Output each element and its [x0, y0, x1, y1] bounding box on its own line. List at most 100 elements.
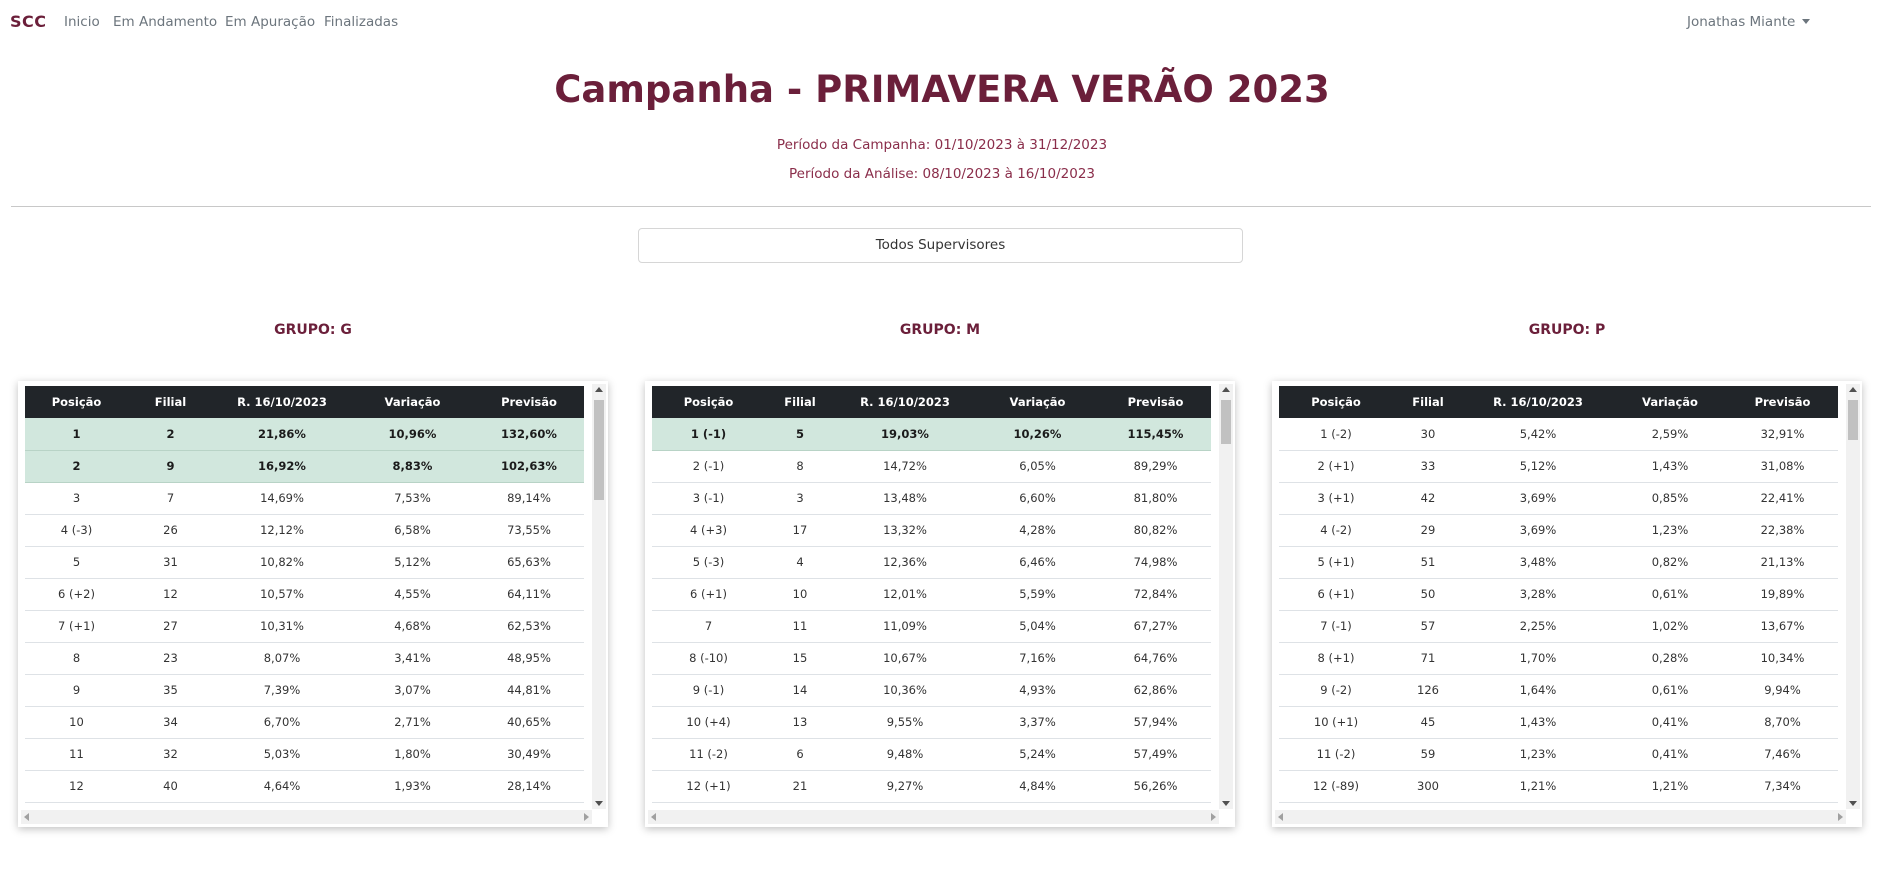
table-body: 1 2 21,86% 10,96% 132,60% 2 9 16,92% 8,83% 102,63… [25, 418, 584, 803]
cell-posicao: 9 (-1) [652, 674, 765, 707]
horizontal-scrollbar[interactable] [648, 810, 1219, 824]
vertical-scrollbar[interactable] [1846, 384, 1860, 809]
nav-link-inicio[interactable]: Inicio [64, 14, 100, 30]
user-menu[interactable]: Jonathas Miante [1687, 14, 1811, 30]
cell-previsao: 72,84% [1100, 578, 1211, 611]
cell-posicao: 8 (-10) [652, 642, 765, 675]
horizontal-scrollbar[interactable] [21, 810, 592, 824]
cell-filial: 27 [128, 610, 213, 643]
scroll-left-icon[interactable] [651, 813, 656, 821]
scrollbar-thumb[interactable] [1221, 400, 1231, 444]
table-row: 12 (-89) 300 1,21% 1,21% 7,34% [1279, 770, 1838, 803]
scroll-right-icon[interactable] [584, 813, 589, 821]
col-r-date: R. 16/10/2023 [213, 386, 351, 418]
cell-variacao: 0,41% [1613, 738, 1727, 771]
supervisor-select[interactable]: Todos Supervisores [638, 228, 1243, 263]
cell-previsao: 28,14% [474, 770, 584, 803]
vertical-scrollbar[interactable] [592, 384, 606, 809]
col-filial: Filial [128, 386, 213, 418]
cell-previsao: 102,63% [474, 450, 584, 483]
cell-r-date: 5,42% [1463, 418, 1613, 451]
col-posicao: Posição [1279, 386, 1393, 418]
cell-posicao: 6 (+1) [652, 578, 765, 611]
cell-posicao: 5 (+1) [1279, 546, 1393, 579]
horizontal-scrollbar[interactable] [1275, 810, 1846, 824]
cell-posicao: 8 (+1) [1279, 642, 1393, 675]
cell-posicao: 11 (-2) [652, 738, 765, 771]
cell-r-date: 9,27% [835, 770, 975, 803]
table-row: 3 (+1) 42 3,69% 0,85% 22,41% [1279, 482, 1838, 515]
table-row: 8 (-10) 15 10,67% 7,16% 64,76% [652, 642, 1211, 675]
scrollbar-thumb[interactable] [1848, 400, 1858, 440]
cell-previsao: 73,55% [474, 514, 584, 547]
cell-filial: 33 [1393, 450, 1463, 483]
cell-r-date: 3,28% [1463, 578, 1613, 611]
col-filial: Filial [1393, 386, 1463, 418]
cell-previsao: 57,94% [1100, 706, 1211, 739]
cell-filial: 30 [1393, 418, 1463, 451]
table-row: 7 (+1) 27 10,31% 4,68% 62,53% [25, 610, 584, 643]
table-row: 10 34 6,70% 2,71% 40,65% [25, 706, 584, 739]
cell-variacao: 6,58% [351, 514, 474, 547]
cell-variacao: 0,82% [1613, 546, 1727, 579]
cell-previsao: 81,80% [1100, 482, 1211, 515]
table-scroll-area[interactable]: Posição Filial R. 16/10/2023 Variação Pr… [652, 386, 1211, 806]
cell-r-date: 3,69% [1463, 514, 1613, 547]
cell-r-date: 1,21% [1463, 770, 1613, 803]
scroll-right-icon[interactable] [1838, 813, 1843, 821]
cell-variacao: 0,85% [1613, 482, 1727, 515]
cell-variacao: 0,61% [1613, 578, 1727, 611]
scroll-up-icon[interactable] [1849, 387, 1857, 392]
cell-posicao: 9 (-2) [1279, 674, 1393, 707]
cell-posicao: 5 [25, 546, 128, 579]
cell-posicao: 11 [25, 738, 128, 771]
table-header-row: Posição Filial R. 16/10/2023 Variação Pr… [25, 386, 584, 418]
cell-variacao: 5,04% [975, 610, 1100, 643]
scroll-up-icon[interactable] [595, 387, 603, 392]
cell-r-date: 12,12% [213, 514, 351, 547]
scroll-left-icon[interactable] [24, 813, 29, 821]
scrollbar-thumb[interactable] [594, 400, 604, 500]
scroll-right-icon[interactable] [1211, 813, 1216, 821]
scroll-up-icon[interactable] [1222, 387, 1230, 392]
cell-posicao: 7 (+1) [25, 610, 128, 643]
cell-filial: 12 [128, 578, 213, 611]
scroll-left-icon[interactable] [1278, 813, 1283, 821]
table-row: 5 31 10,82% 5,12% 65,63% [25, 546, 584, 579]
group-title-p: GRUPO: P [1528, 322, 1606, 338]
cell-r-date: 5,12% [1463, 450, 1613, 483]
cell-previsao: 115,45% [1100, 418, 1211, 451]
table-scroll-area[interactable]: Posição Filial R. 16/10/2023 Variação Pr… [25, 386, 584, 806]
nav-link-em-apuracao[interactable]: Em Apuração [225, 14, 315, 30]
cell-variacao: 4,68% [351, 610, 474, 643]
table-row: 9 35 7,39% 3,07% 44,81% [25, 674, 584, 707]
cell-previsao: 22,38% [1727, 514, 1838, 547]
cell-previsao: 57,49% [1100, 738, 1211, 771]
cell-posicao: 2 (+1) [1279, 450, 1393, 483]
cell-previsao: 80,82% [1100, 514, 1211, 547]
col-previsao: Previsão [474, 386, 584, 418]
nav-link-em-andamento[interactable]: Em Andamento [113, 14, 217, 30]
cell-variacao: 2,59% [1613, 418, 1727, 451]
cell-filial: 8 [765, 450, 835, 483]
table-scroll-area[interactable]: Posição Filial R. 16/10/2023 Variação Pr… [1279, 386, 1838, 806]
cell-variacao: 1,80% [351, 738, 474, 771]
table-row: 9 (-1) 14 10,36% 4,93% 62,86% [652, 674, 1211, 707]
cell-variacao: 3,07% [351, 674, 474, 707]
scroll-down-icon[interactable] [1222, 801, 1230, 806]
table-row: 6 (+2) 12 10,57% 4,55% 64,11% [25, 578, 584, 611]
scroll-down-icon[interactable] [595, 801, 603, 806]
cell-variacao: 8,83% [351, 450, 474, 483]
vertical-scrollbar[interactable] [1219, 384, 1233, 809]
cell-filial: 300 [1393, 770, 1463, 803]
nav-link-finalizadas[interactable]: Finalizadas [324, 14, 398, 30]
cell-filial: 5 [765, 418, 835, 451]
table-row: 10 (+1) 45 1,43% 0,41% 8,70% [1279, 706, 1838, 739]
cell-filial: 126 [1393, 674, 1463, 707]
cell-r-date: 13,32% [835, 514, 975, 547]
table-row: 4 (-2) 29 3,69% 1,23% 22,38% [1279, 514, 1838, 547]
cell-previsao: 64,76% [1100, 642, 1211, 675]
cell-previsao: 89,14% [474, 482, 584, 515]
brand-logo[interactable]: SCC [10, 12, 47, 31]
scroll-down-icon[interactable] [1849, 801, 1857, 806]
